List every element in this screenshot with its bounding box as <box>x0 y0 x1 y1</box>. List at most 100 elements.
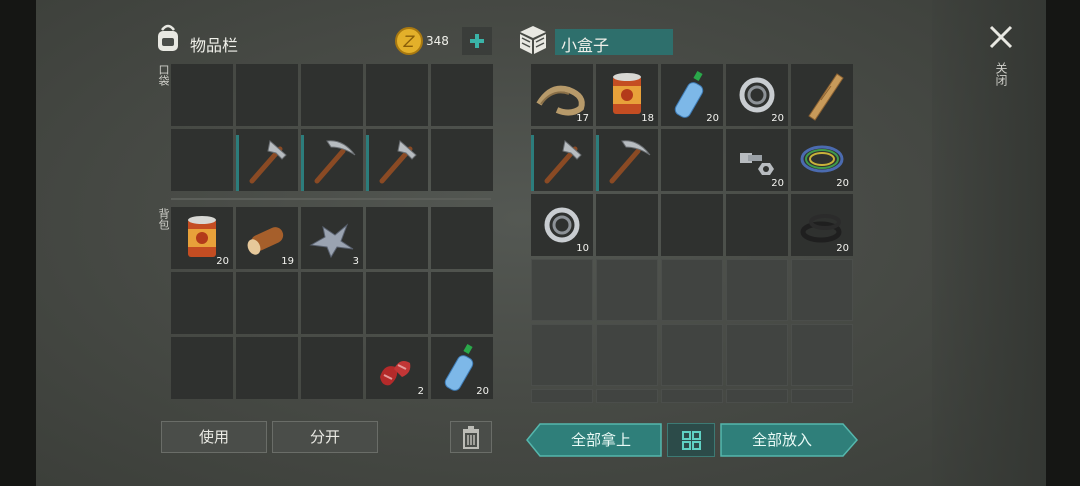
empty-slot[interactable] <box>531 259 593 321</box>
empty-slot[interactable] <box>726 389 788 403</box>
box-icon <box>520 26 546 54</box>
slot-rubber-ring[interactable]: 20 <box>791 194 853 256</box>
empty-slot[interactable] <box>791 389 853 403</box>
empty-slot[interactable] <box>596 324 658 386</box>
empty-slot[interactable] <box>236 337 298 399</box>
slot-canned-food[interactable]: 18 <box>596 64 658 126</box>
hatchet-icon <box>379 140 417 184</box>
close-button[interactable] <box>986 22 1016 52</box>
hatchet-icon <box>544 140 582 184</box>
put-all-label: 全部放入 <box>751 431 812 449</box>
trash-button[interactable] <box>450 421 492 453</box>
empty-slot[interactable] <box>236 272 298 334</box>
close-strip <box>932 0 1046 486</box>
item-count: 20 <box>771 178 784 189</box>
svg-text:Z: Z <box>403 32 416 51</box>
sort-grid-icon <box>682 431 701 450</box>
empty-slot[interactable] <box>596 389 658 403</box>
item-count: 20 <box>476 386 489 397</box>
empty-slot[interactable] <box>531 324 593 386</box>
slot-raw-meat[interactable]: 2 <box>366 337 428 399</box>
item-count: 10 <box>576 243 589 254</box>
hatchet-icon <box>249 140 287 184</box>
empty-slot[interactable] <box>431 64 493 126</box>
box-name-field[interactable]: 小盒子 <box>555 29 673 55</box>
empty-slot[interactable] <box>171 129 233 191</box>
empty-slot[interactable] <box>596 194 658 256</box>
slot-pickaxe[interactable] <box>596 129 658 191</box>
take-all-button[interactable]: 全部拿上 <box>526 423 662 457</box>
empty-slot[interactable] <box>726 194 788 256</box>
sort-button[interactable] <box>667 423 715 457</box>
empty-slot[interactable] <box>301 272 363 334</box>
item-count: 17 <box>576 113 589 124</box>
empty-slot[interactable] <box>661 259 723 321</box>
empty-slot[interactable] <box>661 324 723 386</box>
slot-metal-scrap[interactable]: 3 <box>301 207 363 269</box>
empty-slot[interactable] <box>791 259 853 321</box>
slot-water-bottle[interactable]: 20 <box>431 337 493 399</box>
section-divider <box>171 198 491 200</box>
slot-hatchet[interactable] <box>531 129 593 191</box>
slot-bolt-nut[interactable]: 20 <box>726 129 788 191</box>
slot-log[interactable]: 19 <box>236 207 298 269</box>
item-count: 20 <box>706 113 719 124</box>
slot-hatchet[interactable] <box>236 129 298 191</box>
empty-slot[interactable] <box>596 259 658 321</box>
item-count: 19 <box>281 256 294 267</box>
put-all-button[interactable]: 全部放入 <box>720 423 858 457</box>
item-count: 20 <box>836 178 849 189</box>
pickaxe-icon <box>314 140 356 184</box>
item-count: 20 <box>216 256 229 267</box>
close-label: 关闭 <box>994 62 1008 86</box>
split-button[interactable]: 分开 <box>272 421 378 453</box>
slot-pickaxe[interactable] <box>301 129 363 191</box>
slot-hatchet[interactable] <box>366 129 428 191</box>
slot-canned-food[interactable]: 20 <box>171 207 233 269</box>
item-count: 3 <box>352 256 359 267</box>
item-count: 20 <box>771 113 784 124</box>
slot-wooden-plank[interactable] <box>791 64 853 126</box>
empty-slot[interactable] <box>366 272 428 334</box>
empty-slot[interactable] <box>171 272 233 334</box>
empty-slot[interactable] <box>366 207 428 269</box>
wooden-plank-icon <box>808 73 844 121</box>
item-count: 2 <box>417 386 424 397</box>
inventory-title: 物品栏 <box>190 36 239 55</box>
pickaxe-icon <box>609 140 651 184</box>
item-count: 20 <box>836 243 849 254</box>
slot-water-bottle[interactable]: 20 <box>661 64 723 126</box>
backpack-label: 背包 <box>157 208 170 230</box>
empty-slot[interactable] <box>431 272 493 334</box>
slot-bearing[interactable]: 20 <box>726 64 788 126</box>
empty-slot[interactable] <box>366 64 428 126</box>
slot-bearing[interactable]: 10 <box>531 194 593 256</box>
take-all-label: 全部拿上 <box>570 431 631 449</box>
empty-slot[interactable] <box>301 337 363 399</box>
trash-icon <box>463 426 479 449</box>
slot-wire-coil[interactable]: 20 <box>791 129 853 191</box>
empty-slot[interactable] <box>726 324 788 386</box>
empty-slot[interactable] <box>171 64 233 126</box>
empty-slot[interactable] <box>726 259 788 321</box>
empty-slot[interactable] <box>236 64 298 126</box>
close-icon <box>989 25 1013 49</box>
add-coins-button[interactable] <box>462 27 492 55</box>
empty-slot[interactable] <box>431 129 493 191</box>
empty-slot[interactable] <box>661 389 723 403</box>
coin-icon: Z <box>395 27 423 55</box>
empty-slot[interactable] <box>301 64 363 126</box>
box-name: 小盒子 <box>561 36 610 55</box>
slot-rope[interactable]: 17 <box>531 64 593 126</box>
empty-slot[interactable] <box>431 207 493 269</box>
use-button[interactable]: 使用 <box>161 421 267 453</box>
empty-slot[interactable] <box>661 129 723 191</box>
coin-count: 348 <box>426 34 449 48</box>
pocket-label: 口袋 <box>157 64 170 86</box>
empty-slot[interactable] <box>531 389 593 403</box>
plus-icon <box>470 34 484 48</box>
backpack-icon <box>158 24 178 51</box>
empty-slot[interactable] <box>661 194 723 256</box>
empty-slot[interactable] <box>171 337 233 399</box>
empty-slot[interactable] <box>791 324 853 386</box>
